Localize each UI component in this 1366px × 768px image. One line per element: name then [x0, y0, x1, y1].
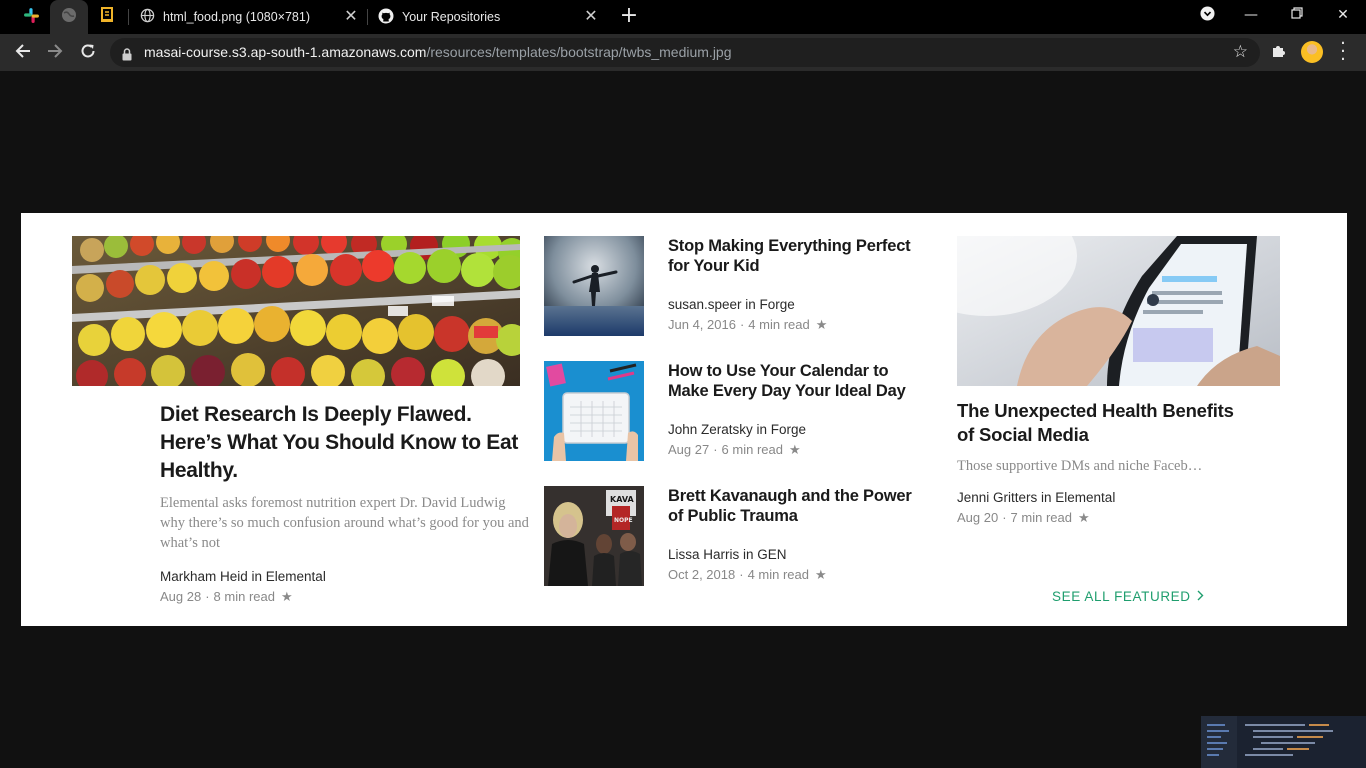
hero-article-subtitle: Elemental asks foremost nutrition expert… — [160, 495, 529, 551]
close-tab-icon[interactable]: ✕ — [342, 8, 360, 26]
app-icon — [100, 7, 114, 27]
tablet-calendar-image[interactable] — [544, 361, 644, 461]
list-item[interactable]: Stop Making Everything Perfect for Your … — [544, 236, 924, 336]
minimize-icon: — — [1244, 7, 1258, 23]
right-article-author[interactable]: Jenni Gritters in Elemental — [957, 490, 1237, 505]
hero-article-title[interactable]: Diet Research Is Deeply Flawed. Here’s W… — [160, 401, 530, 485]
right-article[interactable]: The Unexpected Health Benefits of Social… — [957, 399, 1237, 526]
phone-in-hand-image[interactable] — [957, 236, 1280, 386]
article-meta: Jun 4, 2016 · 4 min read ★ — [668, 317, 828, 332]
extensions-puzzle-icon[interactable] — [1271, 42, 1287, 62]
url-path: /resources/templates/bootstrap/twbs_medi… — [426, 44, 732, 60]
close-tab-icon[interactable]: ✕ — [582, 8, 600, 26]
star-icon: ★ — [280, 589, 293, 604]
arrow-right-icon — [47, 43, 63, 64]
article-title[interactable]: Brett Kavanaugh and the Power of Public … — [668, 486, 928, 526]
close-window-button[interactable]: ✕ — [1320, 0, 1366, 30]
right-article-meta: Aug 20 · 7 min read ★ — [957, 510, 1090, 525]
tab-your-repositories[interactable]: Your Repositories ✕ — [364, 0, 606, 34]
article-author[interactable]: susan.speer in Forge — [668, 297, 928, 312]
star-icon: ★ — [1077, 510, 1090, 525]
globe-icon — [140, 8, 155, 26]
see-all-label: SEE ALL FEATURED — [1052, 589, 1191, 604]
new-tab-button[interactable]: + — [618, 5, 640, 27]
article-date: Jun 4, 2016 — [668, 317, 736, 332]
see-all-featured-link[interactable]: SEE ALL FEATURED — [1052, 589, 1204, 604]
tab-title: Your Repositories — [402, 10, 501, 24]
hero-article-author[interactable]: Markham Heid in Elemental — [160, 569, 530, 584]
article-read-time: 4 min read — [748, 317, 810, 332]
article-read-time: 6 min read — [721, 442, 783, 457]
address-bar[interactable]: masai-course.s3.ap-south-1.amazonaws.com… — [110, 38, 1260, 67]
github-icon — [378, 8, 394, 27]
article-date: Aug 27 — [668, 442, 710, 457]
minimize-button[interactable]: — — [1228, 0, 1274, 30]
code-editor-thumbnail[interactable] — [1201, 716, 1366, 768]
bookmark-star-icon[interactable]: ☆ — [1233, 42, 1248, 62]
child-mist-image[interactable] — [544, 236, 644, 336]
browser-tab-bar: html_food.png (1080×781) ✕ Your Reposito… — [0, 0, 1366, 34]
list-item[interactable]: KAVA NOPE Brett Kavanaugh and the Power … — [544, 486, 924, 586]
article-date: Oct 2, 2018 — [668, 567, 736, 582]
url-text: masai-course.s3.ap-south-1.amazonaws.com… — [144, 44, 732, 60]
back-button[interactable] — [10, 40, 36, 66]
article-text: Stop Making Everything Perfect for Your … — [668, 236, 928, 333]
profile-avatar[interactable] — [1301, 41, 1323, 63]
article-meta: Aug 27 · 6 min read ★ — [668, 442, 801, 457]
article-meta: Oct 2, 2018 · 4 min read ★ — [668, 567, 827, 582]
list-item[interactable]: How to Use Your Calendar to Make Every D… — [544, 361, 924, 461]
article-author[interactable]: Lissa Harris in GEN — [668, 547, 928, 562]
restore-icon — [1291, 7, 1303, 23]
slack-tab[interactable] — [14, 0, 48, 34]
article-text: How to Use Your Calendar to Make Every D… — [668, 361, 928, 458]
article-read-time: 7 min read — [1010, 510, 1072, 525]
browser-menu-icon[interactable]: · · · — [1336, 35, 1350, 69]
lock-icon — [122, 46, 132, 65]
pinned-tab-app[interactable] — [90, 0, 124, 34]
featured-articles-card: Diet Research Is Deeply Flawed. Here’s W… — [21, 213, 1347, 626]
right-article-subtitle: Those supportive DMs and niche Faceb… — [957, 458, 1203, 474]
tab-html-food[interactable]: html_food.png (1080×781) ✕ — [126, 0, 366, 34]
article-title[interactable]: Stop Making Everything Perfect for Your … — [668, 236, 928, 276]
article-date: Aug 28 — [160, 589, 202, 604]
url-host: masai-course.s3.ap-south-1.amazonaws.com — [144, 44, 427, 60]
active-pinned-tab[interactable] — [50, 0, 88, 34]
fruit-shelf-image[interactable] — [72, 236, 520, 386]
browser-toolbar: masai-course.s3.ap-south-1.amazonaws.com… — [0, 34, 1366, 71]
chevron-down-icon — [1199, 5, 1215, 25]
hero-article[interactable]: Diet Research Is Deeply Flawed. Here’s W… — [160, 401, 530, 605]
right-article-title[interactable]: The Unexpected Health Benefits of Social… — [957, 399, 1237, 447]
tab-search-button[interactable] — [1184, 0, 1230, 30]
restore-button[interactable] — [1274, 0, 1320, 30]
hero-article-meta: Aug 28 · 8 min read ★ — [160, 589, 293, 604]
tab-title: html_food.png (1080×781) — [163, 10, 310, 24]
article-date: Aug 20 — [957, 510, 999, 525]
article-title[interactable]: How to Use Your Calendar to Make Every D… — [668, 361, 928, 401]
globe-icon — [61, 7, 77, 27]
star-icon: ★ — [788, 442, 801, 457]
arrow-left-icon — [15, 43, 31, 64]
star-icon: ★ — [814, 567, 827, 582]
forward-button[interactable] — [42, 40, 68, 66]
protest-crowd-image[interactable]: KAVA NOPE — [544, 486, 644, 586]
article-text: Brett Kavanaugh and the Power of Public … — [668, 486, 928, 583]
reload-button[interactable] — [75, 40, 101, 66]
reload-icon — [80, 43, 96, 64]
slack-icon — [23, 7, 40, 28]
star-icon: ★ — [815, 317, 828, 332]
close-icon: ✕ — [1337, 7, 1349, 23]
chevron-right-icon — [1197, 589, 1204, 604]
article-read-time: 4 min read — [747, 567, 809, 582]
article-author[interactable]: John Zeratsky in Forge — [668, 422, 928, 437]
article-read-time: 8 min read — [213, 589, 275, 604]
